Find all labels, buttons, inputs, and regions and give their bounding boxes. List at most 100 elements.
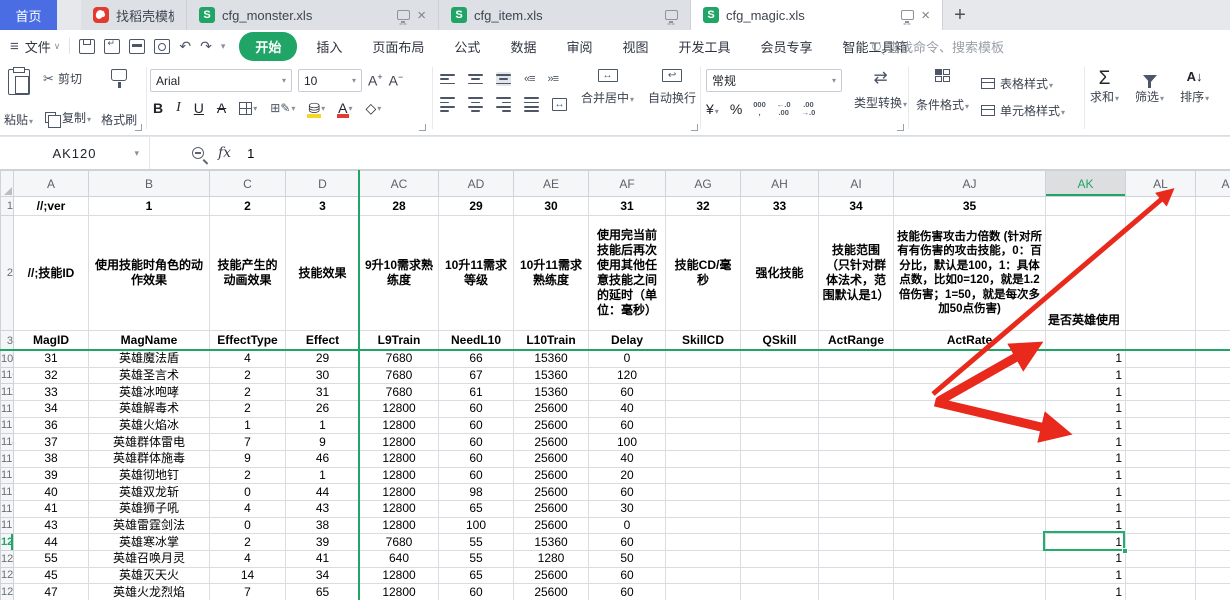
cell[interactable] (1126, 584, 1196, 600)
align-right-icon[interactable] (496, 97, 511, 112)
cell[interactable]: 7680 (360, 384, 439, 401)
cell[interactable]: 33 (741, 197, 819, 216)
tab-page-layout[interactable]: 页面布局 (357, 33, 439, 60)
cell[interactable] (894, 534, 1046, 551)
cell[interactable]: 3 (286, 197, 360, 216)
cell[interactable] (1126, 351, 1196, 368)
cell[interactable]: 使用技能时角色的动作效果 (89, 216, 210, 331)
cell[interactable]: 英雄狮子吼 (89, 500, 210, 517)
cell[interactable] (819, 400, 894, 417)
cell[interactable] (1046, 197, 1126, 216)
cell[interactable]: 34 (14, 400, 89, 417)
cell[interactable]: 41 (14, 500, 89, 517)
cell[interactable]: 英雄群体雷电 (89, 434, 210, 451)
cell[interactable]: 英雄魔法盾 (89, 351, 210, 368)
cell[interactable]: 4 (210, 550, 286, 567)
cell[interactable]: 1 (1046, 351, 1126, 368)
cell[interactable]: 43 (14, 517, 89, 534)
draw-border-button[interactable]: ⊞✎▾ (270, 101, 295, 115)
cell[interactable] (741, 450, 819, 467)
formula-input[interactable]: 1 (247, 146, 254, 161)
cell[interactable] (1196, 467, 1230, 484)
cell[interactable] (1126, 467, 1196, 484)
cell[interactable]: 12800 (360, 467, 439, 484)
cell[interactable] (1196, 434, 1230, 451)
monitor-share-icon[interactable] (665, 10, 678, 20)
cell[interactable]: 39 (286, 534, 360, 551)
cell[interactable]: 英雄寒冰掌 (89, 534, 210, 551)
cell[interactable]: 60 (589, 384, 666, 401)
cell[interactable]: 1 (1046, 567, 1126, 584)
cell[interactable] (741, 484, 819, 501)
cell[interactable]: SkillCD (666, 331, 741, 351)
cell[interactable]: 41 (286, 550, 360, 567)
cell[interactable]: 60 (439, 584, 514, 600)
cell[interactable] (741, 550, 819, 567)
cell[interactable]: 7680 (360, 534, 439, 551)
cell[interactable] (666, 434, 741, 451)
cell[interactable]: ActRate (894, 331, 1046, 351)
cell[interactable]: 25600 (514, 417, 589, 434)
cell[interactable]: 100 (589, 434, 666, 451)
column-header-AK[interactable]: AK (1046, 171, 1126, 197)
cell[interactable] (741, 567, 819, 584)
underline-button[interactable]: U (194, 101, 204, 115)
cell[interactable] (741, 400, 819, 417)
increase-font-button[interactable]: A+ (368, 72, 383, 89)
column-header-AI[interactable]: AI (819, 171, 894, 197)
column-header-AC[interactable]: AC (360, 171, 439, 197)
row-header-121[interactable]: 121 (1, 550, 14, 567)
cell[interactable]: 12800 (360, 450, 439, 467)
print-preview-icon[interactable] (154, 39, 170, 54)
strikethrough-button[interactable]: A (217, 101, 226, 115)
monitor-share-icon[interactable] (901, 10, 914, 20)
cell[interactable] (741, 384, 819, 401)
cell[interactable]: 47 (14, 584, 89, 600)
row-header-120[interactable]: 120 (1, 534, 14, 551)
cell[interactable]: 32 (14, 367, 89, 384)
cell[interactable]: 25600 (514, 434, 589, 451)
cell[interactable]: 60 (589, 534, 666, 551)
cell[interactable]: 34 (819, 197, 894, 216)
cell[interactable]: 14 (210, 567, 286, 584)
column-header-B[interactable]: B (89, 171, 210, 197)
row-header-109[interactable]: 109 (1, 351, 14, 368)
cell[interactable]: 60 (439, 417, 514, 434)
cell[interactable]: 10升11需求等级 (439, 216, 514, 331)
fill-handle[interactable] (1122, 548, 1128, 554)
cell[interactable]: EffectType (210, 331, 286, 351)
cell[interactable] (894, 550, 1046, 567)
cell[interactable]: Effect (286, 331, 360, 351)
cell[interactable] (819, 517, 894, 534)
cell[interactable]: 40 (14, 484, 89, 501)
cell[interactable]: 英雄火焰冰 (89, 417, 210, 434)
cell[interactable]: 英雄雷霆剑法 (89, 517, 210, 534)
cell[interactable]: 20 (589, 467, 666, 484)
cell[interactable]: 9 (210, 450, 286, 467)
cell[interactable] (741, 467, 819, 484)
cell[interactable]: 43 (286, 500, 360, 517)
cell[interactable]: 12800 (360, 500, 439, 517)
cell[interactable]: 英雄双龙斩 (89, 484, 210, 501)
cell[interactable]: L9Train (360, 331, 439, 351)
cell[interactable] (666, 384, 741, 401)
cell[interactable]: 12800 (360, 584, 439, 600)
tab-developer[interactable]: 开发工具 (663, 33, 745, 60)
row-header-115[interactable]: 115 (1, 450, 14, 467)
type-convert-button[interactable]: ⇄ 类型转换▾ (854, 62, 907, 117)
cell[interactable] (666, 567, 741, 584)
cut-button[interactable]: ✂ 剪切 (43, 70, 91, 87)
cell[interactable]: 31 (589, 197, 666, 216)
cell[interactable]: ActRange (819, 331, 894, 351)
cell[interactable]: 0 (589, 351, 666, 368)
cell[interactable]: 40 (589, 400, 666, 417)
cell[interactable]: 25600 (514, 517, 589, 534)
cell[interactable] (666, 484, 741, 501)
cell[interactable]: 技能效果 (286, 216, 360, 331)
cell[interactable]: 34 (286, 567, 360, 584)
cell[interactable] (819, 500, 894, 517)
sort-button[interactable]: A↓ 排序▾ (1180, 62, 1209, 111)
cell[interactable]: L10Train (514, 331, 589, 351)
cell[interactable] (1126, 484, 1196, 501)
cell[interactable] (741, 351, 819, 368)
